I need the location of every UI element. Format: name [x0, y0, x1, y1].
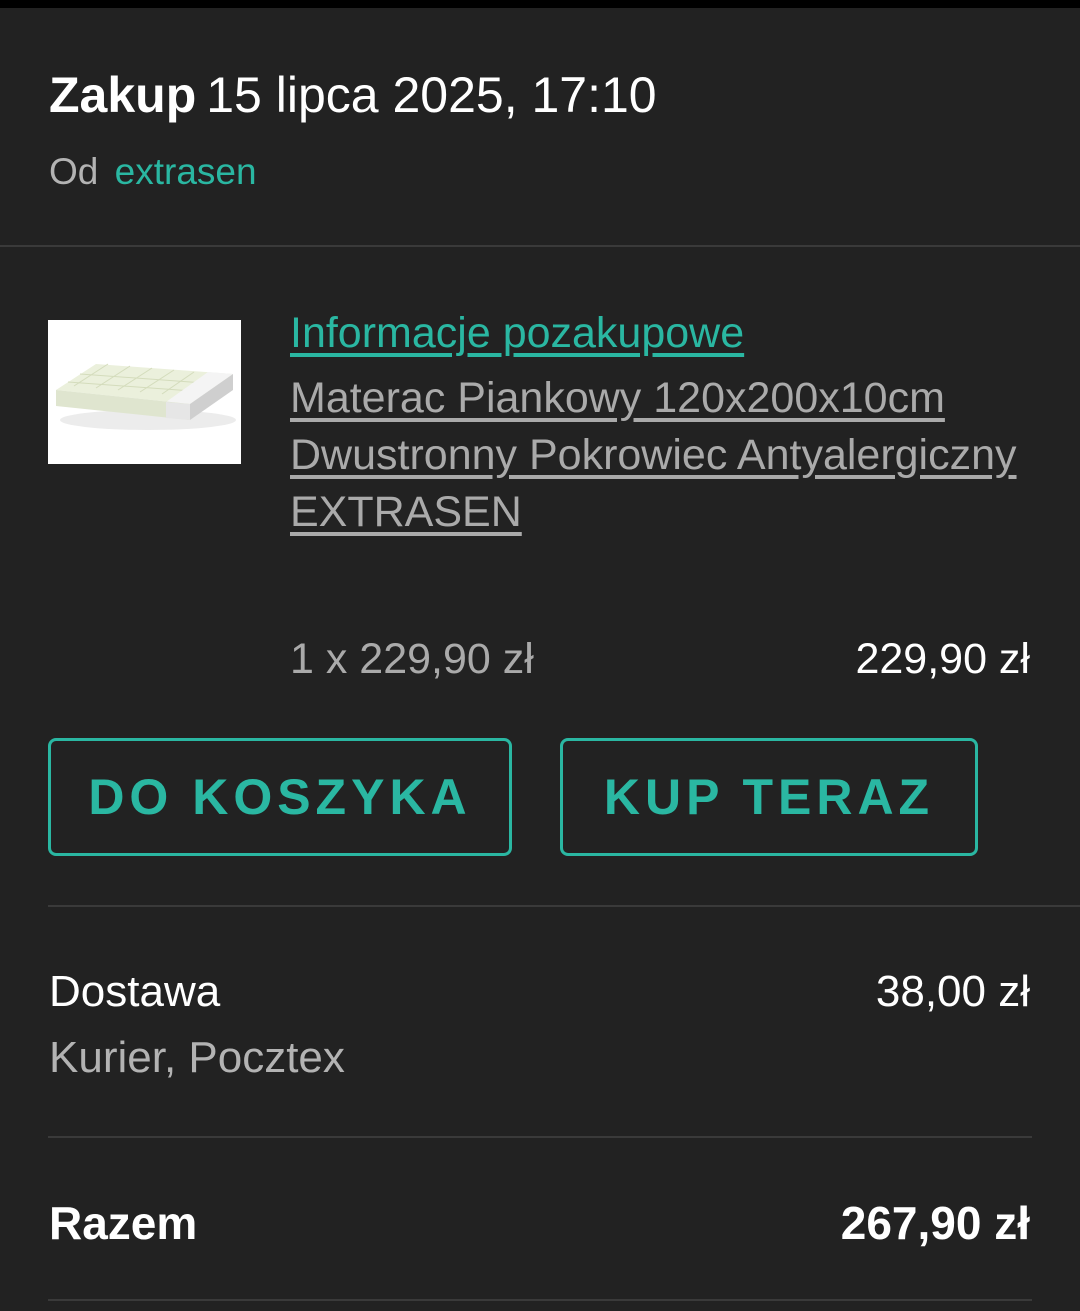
shipping-cost: 38,00 zł [875, 967, 1030, 1016]
purchase-title: Zakup [49, 67, 197, 123]
actions-divider [48, 905, 1080, 907]
add-to-cart-button[interactable]: DO KOSZYKA [48, 738, 512, 856]
seller-link[interactable]: extrasen [115, 151, 257, 192]
seller-line: Od extrasen [49, 150, 257, 194]
buy-now-button[interactable]: KUP TERAZ [560, 738, 978, 856]
total-label: Razem [49, 1197, 198, 1249]
post-purchase-info-link[interactable]: Informacje pozakupowe [290, 306, 744, 360]
total-divider [48, 1299, 1032, 1301]
product-name-link[interactable]: Materac Piankowy 120x200x10cm Dwustronny… [290, 370, 1030, 541]
purchase-header: Zakup 15 lipca 2025, 17:10 [49, 64, 1029, 126]
header-divider [0, 245, 1080, 247]
mattress-image [48, 320, 241, 464]
total-value: 267,90 zł [840, 1197, 1030, 1249]
purchase-date: 15 lipca 2025, 17:10 [206, 67, 657, 123]
shipping-divider [48, 1136, 1032, 1138]
line-total: 229,90 zł [855, 635, 1030, 683]
seller-prefix: Od [49, 151, 99, 192]
purchase-title-line: Zakup 15 lipca 2025, 17:10 [49, 64, 1029, 126]
shipping-method: Kurier, Pocztex [49, 1033, 345, 1082]
status-bar-strip [0, 0, 1080, 8]
shipping-label: Dostawa [49, 967, 221, 1016]
quantity-price: 1 x 229,90 zł [290, 635, 534, 683]
product-thumbnail[interactable] [48, 320, 241, 464]
